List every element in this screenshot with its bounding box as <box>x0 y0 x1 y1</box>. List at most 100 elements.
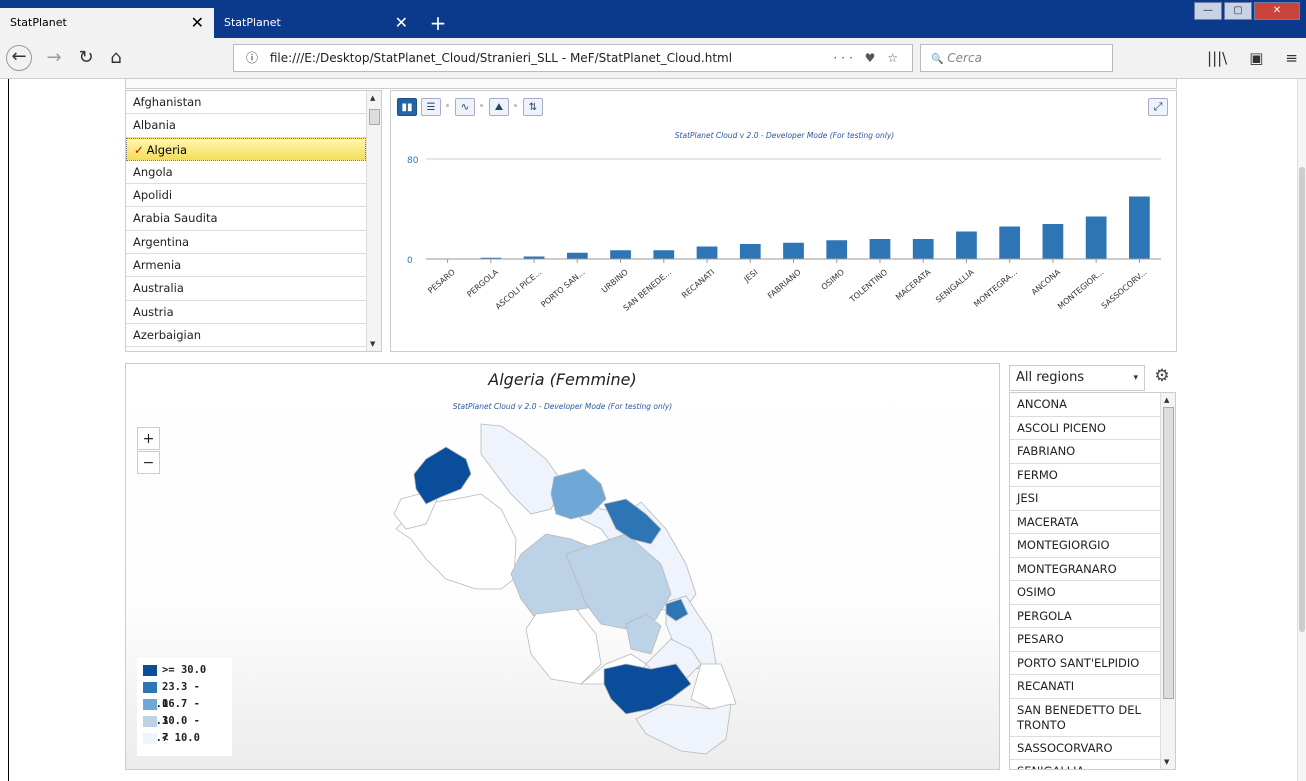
scroll-up-icon[interactable]: ▲ <box>370 94 375 102</box>
browser-tab-active[interactable]: StatPlanet ✕ <box>0 8 214 38</box>
chart-dev-note: StatPlanet Cloud v 2.0 - Developer Mode … <box>674 131 895 140</box>
region-item[interactable]: SASSOCORVARO <box>1010 737 1162 760</box>
y-tick-label: 0 <box>407 256 413 266</box>
x-tick-label: MONTEGRA... <box>972 268 1019 309</box>
chart-bar <box>783 242 804 259</box>
x-tick-label: MONTEGIOR... <box>1056 268 1105 311</box>
x-tick-label: ANCONA <box>1030 267 1063 297</box>
url-bar[interactable]: ⓘ file:///E:/Desktop/StatPlanet_Cloud/St… <box>233 44 913 72</box>
zoom-out-button[interactable]: − <box>137 451 160 474</box>
minimize-button[interactable]: — <box>1194 2 1222 20</box>
chart-bar <box>912 239 934 259</box>
x-tick-label: ASCOLI PICE... <box>494 268 544 312</box>
country-label: Afghanistan <box>133 95 202 109</box>
close-window-button[interactable]: ✕ <box>1254 2 1300 20</box>
region-item[interactable]: ANCONA <box>1010 393 1162 417</box>
country-item[interactable]: Angola <box>126 161 366 185</box>
x-tick-label: MACERATA <box>894 267 933 302</box>
x-tick-label: FABRIANO <box>766 268 803 301</box>
country-item[interactable]: Austria <box>126 301 366 324</box>
region-item[interactable]: FABRIANO <box>1010 440 1162 464</box>
region-item[interactable]: ASCOLI PICENO <box>1010 417 1162 440</box>
country-label: Argentina <box>133 234 190 249</box>
region-list-scrollbar[interactable]: ▲ ▼ <box>1160 393 1175 769</box>
line-chart-button[interactable]: ∿ <box>455 98 475 116</box>
region-item[interactable]: JESI <box>1010 487 1162 511</box>
scroll-down-icon[interactable]: ▼ <box>370 340 375 348</box>
country-item[interactable]: Arabia Saudita <box>126 207 366 231</box>
country-label: Armenia <box>133 258 182 273</box>
close-tab-icon[interactable]: ✕ <box>395 8 408 38</box>
close-tab-icon[interactable]: ✕ <box>191 8 204 38</box>
sidebar-icon[interactable]: ▣ <box>1249 44 1263 72</box>
scrollbar-thumb[interactable] <box>1299 167 1305 632</box>
region-item[interactable]: MONTEGRANARO <box>1010 558 1162 581</box>
region-item[interactable]: SAN BENEDETTO DEL TRONTO <box>1010 699 1162 737</box>
region-item[interactable]: PERGOLA <box>1010 605 1162 628</box>
search-input[interactable]: 🔍 Cerca <box>920 44 1113 72</box>
country-item[interactable]: Azerbaigian <box>126 324 366 348</box>
map-region <box>525 608 602 685</box>
country-label: Arabia Saudita <box>133 211 218 226</box>
country-item[interactable]: Argentina <box>126 231 366 255</box>
country-item[interactable]: Apolidi <box>126 184 366 208</box>
library-icon[interactable]: |||\ <box>1207 44 1227 72</box>
region-map[interactable] <box>126 364 1001 771</box>
region-item[interactable]: OSIMO <box>1010 581 1162 605</box>
country-item[interactable]: Albania <box>126 114 366 138</box>
country-item[interactable]: Afghanistan <box>126 91 366 115</box>
x-tick-label: PERGOLA <box>465 267 500 299</box>
region-item[interactable]: RECANATI <box>1010 675 1162 699</box>
region-item[interactable]: MONTEGIORGIO <box>1010 534 1162 558</box>
country-item[interactable]: Australia <box>126 277 366 301</box>
page-actions-icon[interactable]: ··· ♥ ☆ <box>833 45 902 71</box>
gear-icon[interactable]: ⚙ <box>1153 365 1171 387</box>
map-region <box>635 703 732 755</box>
legend-swatch <box>143 715 157 727</box>
search-icon: 🔍 <box>931 54 944 65</box>
area-chart-button[interactable]: ⛰ <box>489 98 509 116</box>
info-icon[interactable]: ⓘ <box>246 51 258 65</box>
search-placeholder: Cerca <box>947 51 982 65</box>
new-tab-button[interactable]: + <box>424 8 452 38</box>
region-item[interactable]: PORTO SANT'ELPIDIO <box>1010 652 1162 675</box>
map-region <box>480 423 565 515</box>
map-region <box>413 446 472 505</box>
country-list-scrollbar[interactable]: ▲ ▼ <box>366 91 381 351</box>
scroll-down-icon[interactable]: ▼ <box>1164 758 1169 766</box>
zoom-in-button[interactable]: + <box>137 427 160 450</box>
bar-chart-button[interactable]: ▮▮ <box>397 98 417 116</box>
legend-item: < 10.0 <box>143 730 226 747</box>
region-list[interactable]: ANCONA ASCOLI PICENO FABRIANO FERMO JESI MACE… <box>1009 392 1176 770</box>
chart-bar <box>956 231 977 259</box>
browser-tab[interactable]: StatPlanet ✕ <box>214 8 418 38</box>
horizontal-bar-button[interactable]: ☰ <box>421 98 441 116</box>
chart-bar <box>826 240 848 259</box>
country-item[interactable]: ✓ Algeria <box>126 137 366 161</box>
home-button[interactable]: ⌂ <box>102 44 130 72</box>
chart-bar <box>999 226 1021 259</box>
x-tick-label: SENIGALLIA <box>934 267 976 304</box>
expand-icon[interactable]: ⤢ <box>1148 98 1168 116</box>
chart-bar <box>739 244 761 259</box>
scroll-up-icon[interactable]: ▲ <box>1164 396 1169 404</box>
x-tick-label: JESI <box>742 268 760 285</box>
region-item[interactable]: SENIGALLIA <box>1010 760 1162 769</box>
maximize-button[interactable]: ▢ <box>1224 2 1252 20</box>
region-select[interactable]: All regions ▾ <box>1009 365 1145 391</box>
scrollbar-thumb[interactable] <box>1163 407 1174 699</box>
legend-item: 16.7 - 23.3 <box>143 696 226 727</box>
region-item[interactable]: MACERATA <box>1010 511 1162 534</box>
chevron-down-icon: ▾ <box>1133 373 1138 383</box>
reload-button[interactable]: ↻ <box>72 44 100 72</box>
scrollbar-thumb[interactable] <box>369 109 380 125</box>
back-button[interactable]: ← <box>6 45 32 71</box>
region-item[interactable]: PESARO <box>1010 628 1162 652</box>
country-item[interactable]: Armenia <box>126 254 366 278</box>
menu-icon[interactable]: ≡ <box>1285 44 1298 72</box>
region-item[interactable]: FERMO <box>1010 464 1162 487</box>
page-scrollbar[interactable] <box>1297 79 1306 781</box>
forward-button[interactable]: → <box>40 44 68 72</box>
country-list[interactable]: Afghanistan Albania ✓ Algeria Angola Apolidi A… <box>125 90 382 352</box>
sort-button[interactable]: ⇅ <box>523 98 543 116</box>
